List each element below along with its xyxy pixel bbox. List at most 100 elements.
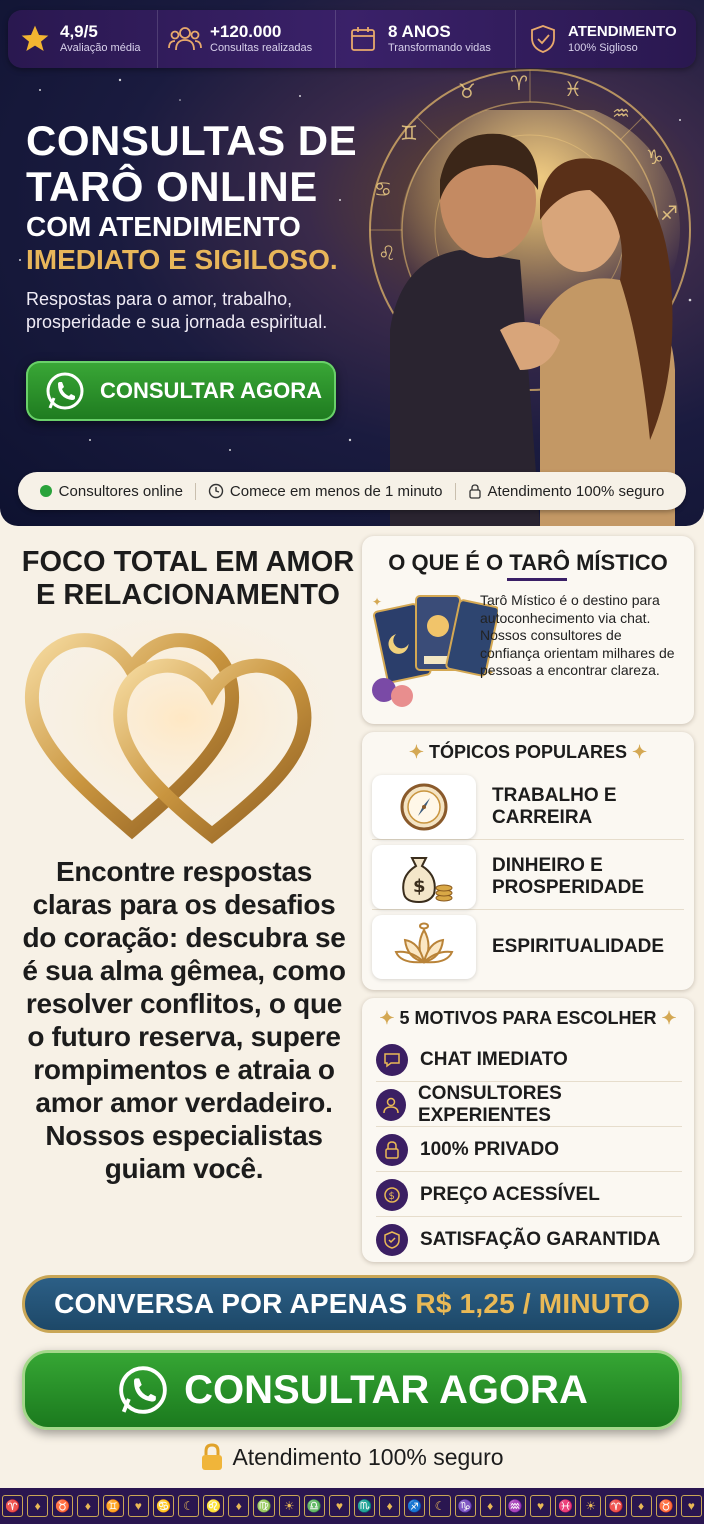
reason-item: 100% PRIVADO: [376, 1128, 682, 1172]
lock-icon: [468, 484, 481, 499]
zodiac-tile-icon: ♥: [680, 1495, 702, 1517]
reasons-title: ✦ 5 MOTIVOS PARA ESCOLHER ✦: [362, 1008, 694, 1029]
hero-title-line2: TARÔ ONLINE: [26, 163, 318, 210]
main-consult-button[interactable]: CONSULTAR AGORA: [22, 1350, 682, 1430]
stat-label: Transformando vidas: [388, 42, 491, 54]
hero-title-line1: CONSULTAS DE: [26, 117, 358, 164]
trust-item-speed: Comece em menos de 1 minuto: [196, 482, 456, 500]
price-value: R$ 1,25 / MINUTO: [415, 1288, 650, 1319]
zodiac-tile-icon: ♍: [253, 1495, 275, 1517]
stat-value: +120.000: [210, 22, 282, 41]
intertwined-hearts-icon: [22, 620, 342, 845]
svg-text:♈: ♈: [510, 71, 528, 95]
hero-banner: ♉♈♓ ♒♑♐ ♊♋♌ CONSULTAS DE TARÔ ONLINE COM: [0, 0, 704, 526]
tarot-cards-icon: ✦ ✦: [372, 595, 498, 707]
zodiac-tile-icon: ♒: [504, 1495, 526, 1517]
zodiac-tile-icon: ♑: [454, 1495, 476, 1517]
stat-consultations: +120.000 Consultas realizadas: [158, 10, 336, 68]
topic-label: ESPIRITUALIDADE: [492, 936, 665, 957]
zodiac-tile-icon: ☾: [177, 1495, 200, 1517]
trust-item-online: Consultores online: [28, 482, 196, 500]
topic-money[interactable]: $ DINHEIRO E PROSPERIDADE: [372, 844, 684, 910]
zodiac-tile-icon: ♉: [655, 1495, 677, 1517]
reason-item: CHAT IMEDIATO: [376, 1038, 682, 1082]
zodiac-tile-icon: ♥: [328, 1495, 350, 1517]
zodiac-tile-icon: ♦: [379, 1495, 401, 1517]
chat-icon: [376, 1043, 408, 1076]
hero-consult-button[interactable]: CONSULTAR AGORA: [26, 361, 336, 421]
whatsapp-icon: [119, 1366, 167, 1414]
hero-subtitle-line1: COM ATENDIMENTO: [26, 211, 301, 242]
sparkle-icon: ✦: [379, 1008, 400, 1028]
zodiac-footer-strip: ♈ ♦ ♉ ♦ ♊ ♥ ♋ ☾ ♌ ♦ ♍ ☀ ♎ ♥ ♏ ♦ ♐ ☾ ♑ ♦ ♒ ♥ ♓ ☀ ♈ ♦ ♉…: [0, 1488, 704, 1524]
stat-service: ATENDIMENTO 100% Siglioso: [516, 10, 696, 68]
topic-label: TRABALHO E CARREIRA: [492, 784, 617, 828]
reasons-card: ✦ 5 MOTIVOS PARA ESCOLHER ✦ CHAT IMEDIAT…: [362, 998, 694, 1262]
about-title: O QUE É O TARÔ MÍSTICO: [388, 550, 668, 575]
stat-value: 4,9/5: [60, 22, 98, 41]
about-card: O QUE É O TARÔ MÍSTICO ✦ ✦ Tarô Místico …: [362, 536, 694, 724]
stats-bar: 4,9/5 Avaliação média +120.000 Consultas…: [8, 10, 696, 68]
trust-pill-bar: Consultores online Comece em menos de 1 …: [18, 472, 686, 510]
title-underline: [507, 578, 567, 581]
zodiac-tile-icon: ♐: [404, 1495, 426, 1517]
zodiac-tile-icon: ♦: [228, 1495, 250, 1517]
stat-label: Avaliação média: [60, 42, 141, 54]
zodiac-tile-icon: ♦: [479, 1495, 501, 1517]
topic-spirituality[interactable]: ESPIRITUALIDADE: [372, 914, 684, 980]
zodiac-tile-icon: ♦: [77, 1495, 99, 1517]
zodiac-tile-icon: ♓: [555, 1495, 577, 1517]
secure-note: Atendimento 100% seguro: [0, 1440, 704, 1474]
reason-label: 100% PRIVADO: [420, 1138, 560, 1160]
couple-illustration: [390, 110, 680, 526]
svg-text:$: $: [413, 876, 426, 897]
secure-note-text: Atendimento 100% seguro: [232, 1443, 504, 1470]
lotus-icon: [372, 915, 476, 979]
lock-icon: [376, 1133, 408, 1166]
love-section-text: Encontre respostas claras para os desafi…: [22, 856, 346, 1184]
trust-item-secure: Atendimento 100% seguro: [456, 483, 677, 500]
trust-label: Consultores online: [58, 482, 183, 500]
sparkle-icon: ✦: [656, 1008, 677, 1028]
price-prefix: CONVERSA POR APENAS: [54, 1288, 408, 1319]
stat-years: 8 ANOS Transformando vidas: [336, 10, 516, 68]
people-icon: [168, 22, 202, 56]
stat-label: Consultas realizadas: [210, 42, 313, 54]
reason-label: CONSULTORES EXPERIENTES: [417, 1082, 562, 1126]
sparkle-icon: ✦: [627, 742, 648, 762]
zodiac-tile-icon: ♏: [353, 1495, 376, 1517]
svg-text:♓: ♓: [564, 77, 582, 101]
zodiac-tile-icon: ♌: [203, 1495, 225, 1517]
consultant-icon: [376, 1088, 406, 1121]
topic-label: DINHEIRO E PROSPERIDADE: [492, 854, 645, 898]
sparkle-icon: ✦: [408, 742, 429, 762]
about-text: Tarô Místico é o destino para autoconhec…: [480, 592, 675, 678]
zodiac-tile-icon: ♎: [303, 1495, 325, 1517]
clock-icon: [208, 483, 224, 499]
online-dot-icon: [39, 485, 52, 497]
svg-text:♉: ♉: [458, 79, 476, 103]
hero-subtitle-line2: IMEDIATO E SIGILOSO.: [26, 244, 338, 275]
reason-item: $ PREÇO ACESSÍVEL: [376, 1173, 682, 1217]
hero-description: Respostas para o amor, trabalho, prosper…: [26, 289, 328, 332]
trust-label: Comece em menos de 1 minuto: [229, 482, 443, 500]
zodiac-tile-icon: ☀: [580, 1495, 602, 1517]
zodiac-tile-icon: ♊: [102, 1495, 124, 1517]
reasons-title-text: 5 MOTIVOS PARA ESCOLHER: [399, 1008, 657, 1028]
hero-title: CONSULTAS DE TARÔ ONLINE: [26, 118, 357, 210]
zodiac-tile-icon: ♈: [2, 1495, 24, 1517]
zodiac-tile-icon: ♋: [152, 1495, 174, 1517]
svg-text:✦: ✦: [372, 595, 382, 609]
compass-icon: [372, 774, 476, 839]
zodiac-tile-icon: ♥: [127, 1495, 149, 1517]
reason-label: SATISFAÇÃO GARANTIDA: [420, 1229, 661, 1250]
stat-label: 100% Siglioso: [568, 42, 638, 54]
topics-title-text: TÓPICOS POPULARES: [428, 742, 628, 762]
shield-icon: [526, 22, 560, 56]
reason-item: CONSULTORES EXPERIENTES: [376, 1083, 682, 1127]
svg-text:$: $: [389, 1191, 395, 1202]
hero-consult-button-label: CONSULTAR AGORA: [100, 378, 323, 403]
topic-career[interactable]: TRABALHO E CARREIRA: [372, 774, 684, 840]
stat-rating: 4,9/5 Avaliação média: [8, 10, 158, 68]
price-banner: CONVERSA POR APENAS R$ 1,25 / MINUTO: [22, 1275, 682, 1333]
